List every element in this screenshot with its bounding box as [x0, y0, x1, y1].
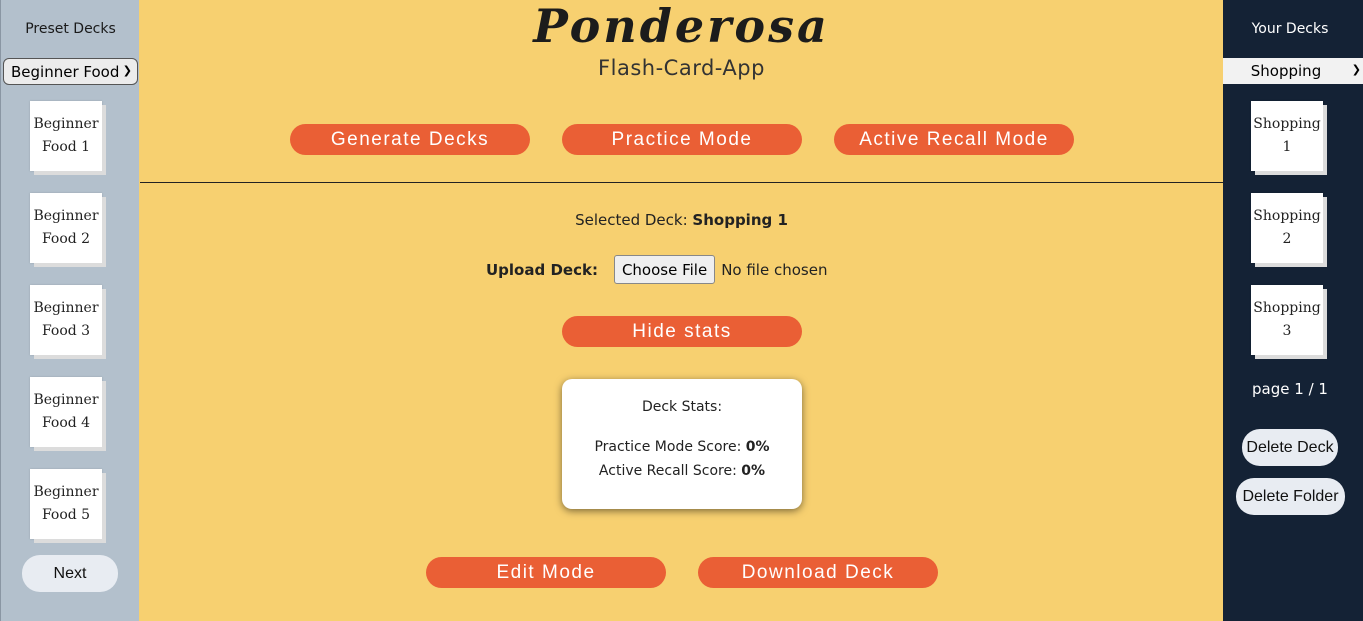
preset-deck-card-2[interactable]: Beginner Food 2	[30, 193, 102, 263]
selected-deck-line: Selected Deck: Shopping 1	[140, 211, 1223, 229]
chevron-down-icon: ❯	[122, 64, 132, 77]
selected-deck-label: Selected Deck:	[575, 211, 688, 229]
preset-deck-card-5[interactable]: Beginner Food 5	[30, 469, 102, 539]
generate-decks-button[interactable]: Generate Decks	[290, 124, 530, 155]
upload-deck-row: Upload Deck: Choose File No file chosen	[486, 255, 827, 284]
preset-deck-select[interactable]: Beginner Food ❯	[3, 58, 138, 85]
app-title: Ponderosa	[533, 0, 830, 53]
user-deck-card-3[interactable]: Shopping 3	[1251, 285, 1323, 355]
next-button[interactable]: Next	[22, 555, 118, 592]
preset-deck-select-value: Beginner Food	[11, 62, 120, 81]
recall-score-line: Active Recall Score: 0%	[562, 463, 802, 479]
practice-mode-button[interactable]: Practice Mode	[562, 124, 802, 155]
your-deck-folder-select-value: Shopping	[1250, 62, 1322, 80]
page-indicator: page 1 / 1	[1252, 380, 1328, 398]
delete-deck-button[interactable]: Delete Deck	[1242, 429, 1338, 466]
your-decks-sidebar: Your Decks Shopping ❯ Shopping 1 Shoppin…	[1223, 0, 1363, 621]
main-panel: Ponderosa Flash-Card-App Generate Decks …	[140, 0, 1223, 621]
preset-deck-card-4[interactable]: Beginner Food 4	[30, 377, 102, 447]
choose-file-button[interactable]: Choose File	[613, 255, 716, 284]
selected-deck-value: Shopping 1	[692, 211, 788, 229]
your-decks-title: Your Decks	[1251, 21, 1329, 37]
practice-score-value: 0%	[745, 439, 770, 455]
delete-folder-button[interactable]: Delete Folder	[1236, 478, 1345, 515]
preset-decks-title: Preset Decks	[25, 21, 116, 37]
preset-deck-card-1[interactable]: Beginner Food 1	[30, 101, 102, 171]
recall-score-label: Active Recall Score:	[598, 463, 737, 479]
edit-mode-button[interactable]: Edit Mode	[426, 557, 666, 588]
deck-stats-title: Deck Stats:	[641, 399, 723, 415]
active-recall-mode-button[interactable]: Active Recall Mode	[834, 124, 1074, 155]
download-deck-button[interactable]: Download Deck	[698, 557, 938, 588]
header-divider	[140, 182, 1223, 183]
practice-score-line: Practice Mode Score: 0%	[562, 439, 802, 455]
preset-deck-card-3[interactable]: Beginner Food 3	[30, 285, 102, 355]
chevron-down-icon: ❯	[1351, 63, 1361, 76]
app-subtitle: Flash-Card-App	[598, 56, 765, 80]
preset-decks-sidebar: Preset Decks Beginner Food ❯ Beginner Fo…	[0, 0, 139, 621]
hide-stats-button[interactable]: Hide stats	[562, 316, 802, 347]
user-deck-card-2[interactable]: Shopping 2	[1251, 193, 1323, 263]
file-status: No file chosen	[721, 260, 828, 279]
user-deck-card-1[interactable]: Shopping 1	[1251, 101, 1323, 171]
your-deck-folder-select[interactable]: Shopping ❯	[1223, 58, 1363, 84]
practice-score-label: Practice Mode Score:	[594, 439, 742, 455]
deck-stats-card: Deck Stats: Practice Mode Score: 0% Acti…	[562, 379, 802, 509]
upload-deck-label: Upload Deck:	[486, 260, 598, 279]
recall-score-value: 0%	[741, 463, 766, 479]
